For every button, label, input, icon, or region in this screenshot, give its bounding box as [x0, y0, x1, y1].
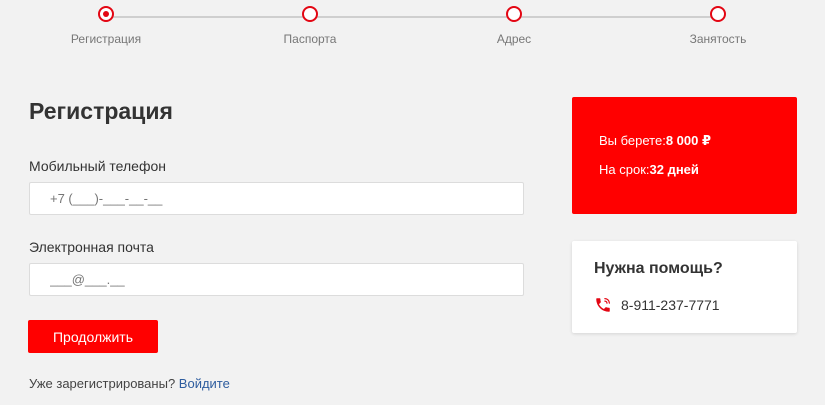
login-prompt-line: Уже зарегистрированы? Войдите: [29, 376, 230, 391]
login-link[interactable]: Войдите: [179, 376, 230, 391]
term-value: 32 дней: [649, 162, 699, 177]
login-prompt-text: Уже зарегистрированы?: [29, 376, 176, 391]
step-label: Регистрация: [70, 32, 142, 46]
step-dot-active: [98, 6, 114, 22]
step-dot: [506, 6, 522, 22]
continue-button[interactable]: Продолжить: [28, 320, 158, 353]
progress-stepper: Регистрация Паспорта Адрес Занятость: [0, 0, 825, 60]
phone-label: Мобильный телефон: [29, 158, 166, 174]
step-dot: [710, 6, 726, 22]
phone-input[interactable]: [29, 182, 524, 215]
amount-value: 8 000 ₽: [665, 133, 712, 148]
step-registration: Регистрация: [46, 6, 166, 46]
amount-label: Вы берете:: [599, 133, 666, 148]
help-card: Нужна помощь? 8-911-237-7771: [572, 241, 797, 333]
term-label: На срок:: [599, 162, 650, 177]
email-input[interactable]: [29, 263, 524, 296]
help-phone-row[interactable]: 8-911-237-7771: [594, 296, 720, 314]
phone-icon: [594, 296, 612, 314]
loan-summary-card: Вы берете:8 000 ₽ На срок:32 дней: [572, 97, 797, 214]
page-title: Регистрация: [29, 98, 173, 124]
step-dot: [302, 6, 318, 22]
step-label: Адрес: [496, 32, 532, 46]
step-employment: Занятость: [658, 6, 778, 46]
amount-row: Вы берете:8 000 ₽: [599, 133, 711, 149]
stepper-line: [106, 16, 718, 18]
help-title: Нужна помощь?: [594, 260, 723, 277]
step-address: Адрес: [454, 6, 574, 46]
step-label: Паспорта: [283, 32, 337, 46]
email-label: Электронная почта: [29, 239, 154, 255]
term-row: На срок:32 дней: [599, 162, 699, 177]
step-passport: Паспорта: [250, 6, 370, 46]
help-phone-number[interactable]: 8-911-237-7771: [621, 297, 720, 313]
step-label: Занятость: [689, 32, 747, 46]
